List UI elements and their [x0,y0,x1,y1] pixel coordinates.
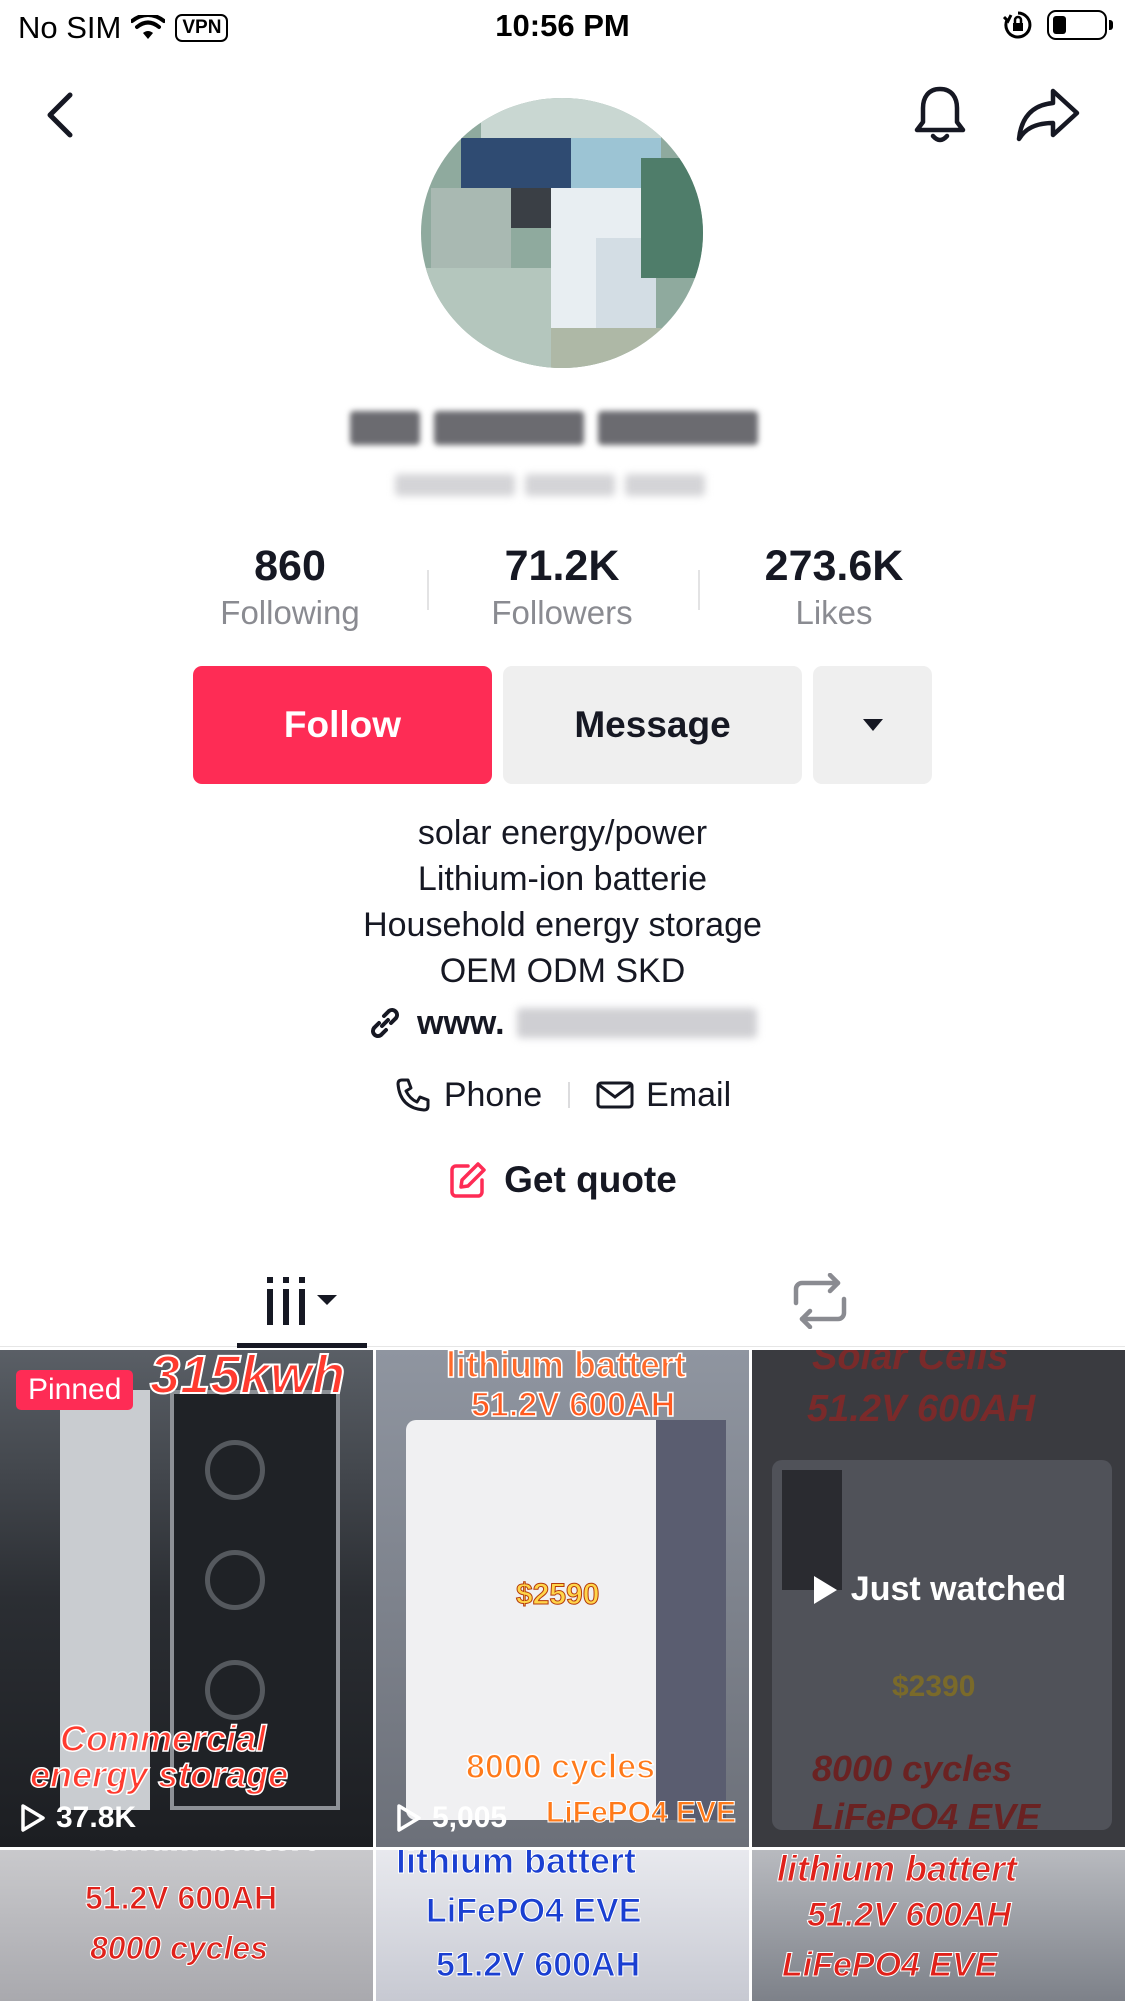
tab-videos[interactable] [237,1255,367,1347]
suggested-accounts-button[interactable] [813,666,932,784]
repost-icon [793,1273,847,1329]
view-count-label: 37.8K [56,1801,137,1834]
videos-grid-icon [267,1277,337,1325]
profile-stats: 860 Following 71.2K Followers 273.6K Lik… [0,540,1125,631]
video-subtitle: 51.2V 600AH [470,1385,676,1425]
tab-reposts[interactable] [760,1255,880,1347]
play-outline-icon [21,1804,45,1832]
video-caption: energy storage [29,1753,289,1796]
mail-icon [596,1081,634,1109]
stat-divider [698,570,700,610]
back-button[interactable] [25,80,95,150]
share-button[interactable] [1013,80,1083,150]
bio-line: OEM ODM SKD [439,952,686,990]
play-outline-icon [397,1804,421,1832]
likes-label: Likes [795,594,873,631]
follow-button[interactable]: Follow [193,666,492,784]
video-subtitle: 51.2V 600AH [84,1880,278,1917]
share-icon [1016,88,1080,142]
phone-button[interactable]: Phone [394,1076,542,1115]
chevron-left-icon [47,92,73,138]
play-icon [813,1575,837,1604]
caret-down-icon [862,719,883,731]
bio: solar energy/power Lithium-ion batterie … [0,810,1125,994]
phone-label: Phone [443,1075,543,1114]
status-right [1003,10,1113,40]
video-title-overlay: Solar Cells [812,1350,1009,1378]
video-subtitle: LiFePO4 EVE [425,1892,642,1931]
video-thumbnail[interactable]: 315kwh Commercial energy storage Pinned … [0,1350,373,1847]
view-count: 5,005 [396,1801,507,1835]
message-button[interactable]: Message [503,666,802,784]
status-time: 10:56 PM [495,8,630,43]
video-thumbnail[interactable]: lithium battert 51.2V 600AH $2590 8000 c… [376,1350,749,1847]
battery-unit-side [656,1420,726,1820]
chemistry-label: LiFePO4 EVE [545,1796,737,1830]
active-tab-indicator [237,1343,367,1348]
battery-icon [1047,10,1113,40]
followers-label: Followers [491,594,633,631]
fan-icon [205,1660,265,1720]
get-quote-label: Get quote [504,1159,677,1200]
contact-divider [568,1082,571,1108]
fan-icon [205,1550,265,1610]
display-name-redacted [350,405,775,451]
contact-row: Phone Email [0,1070,1125,1120]
following-label: Following [220,594,360,631]
get-quote-button[interactable]: Get quote [0,1155,1125,1205]
link-redacted [516,1008,757,1038]
stat-followers[interactable]: 71.2K Followers [452,540,672,634]
video-thumbnail[interactable]: lithium battert 51.2V 600AH 8000 cycles [0,1850,373,2001]
video-title-overlay: lithium battert [396,1850,637,1882]
link-text: www. [417,1003,505,1042]
video-footer: 51.2V 600AH [435,1946,641,1985]
just-watched-overlay: Just watched [752,1570,1125,1609]
status-bar: No SIM VPN 10:56 PM [0,0,1125,56]
view-count: 37.8K [20,1801,136,1835]
video-thumbnail[interactable]: lithium battert LiFePO4 EVE 51.2V 600AH [376,1850,749,2001]
video-title-overlay: lithium battert [445,1350,687,1386]
stat-following[interactable]: 860 Following [180,540,400,634]
following-count: 860 [254,542,326,590]
cycles-label: 8000 cycles [812,1748,1013,1789]
price-label: $2390 [892,1670,976,1703]
email-button[interactable]: Email [596,1076,731,1115]
bio-line: Lithium-ion batterie [417,860,708,898]
cycles-label: 8000 cycles [465,1747,656,1787]
video-title-overlay: lithium battert [90,1850,318,1859]
link-icon [371,1008,399,1038]
phone-icon [396,1078,430,1112]
just-watched-label: Just watched [850,1570,1067,1608]
cycles-label: 8000 cycles [90,1930,269,1967]
video-subtitle: 51.2V 600AH [806,1896,1012,1935]
video-footer: LiFePO4 EVE [781,1946,998,1985]
video-subtitle: 51.2V 600AH [807,1388,1036,1430]
bio-line: solar energy/power [417,814,708,852]
likes-count: 273.6K [764,542,904,590]
chemistry-label: LiFePO4 EVE [812,1796,1041,1837]
notification-button[interactable] [905,80,975,150]
website-link[interactable]: www. [365,998,757,1048]
bell-icon [914,86,966,143]
fan-icon [205,1440,265,1500]
edit-icon [450,1162,486,1198]
content-tabs [0,1255,1125,1348]
username-redacted [395,470,735,500]
followers-count: 71.2K [504,542,620,590]
avatar[interactable] [421,98,703,368]
orientation-lock-icon [1003,11,1032,39]
view-count-label: 5,005 [432,1801,508,1834]
pinned-badge: Pinned [16,1370,134,1410]
video-thumbnail[interactable]: lithium battert 51.2V 600AH LiFePO4 EVE [752,1850,1125,2001]
video-thumbnail[interactable]: Solar Cells 51.2V 600AH $2390 8000 cycle… [752,1350,1125,1847]
email-label: Email [646,1075,732,1114]
stat-divider [427,570,429,610]
price-label: $2590 [515,1578,600,1612]
video-title-overlay: lithium battert [777,1850,1018,1890]
bio-line: Household energy storage [363,906,762,944]
video-title-overlay: 315kwh [149,1350,346,1406]
battery-level [1053,16,1066,34]
stat-likes: 273.6K Likes [724,540,944,634]
